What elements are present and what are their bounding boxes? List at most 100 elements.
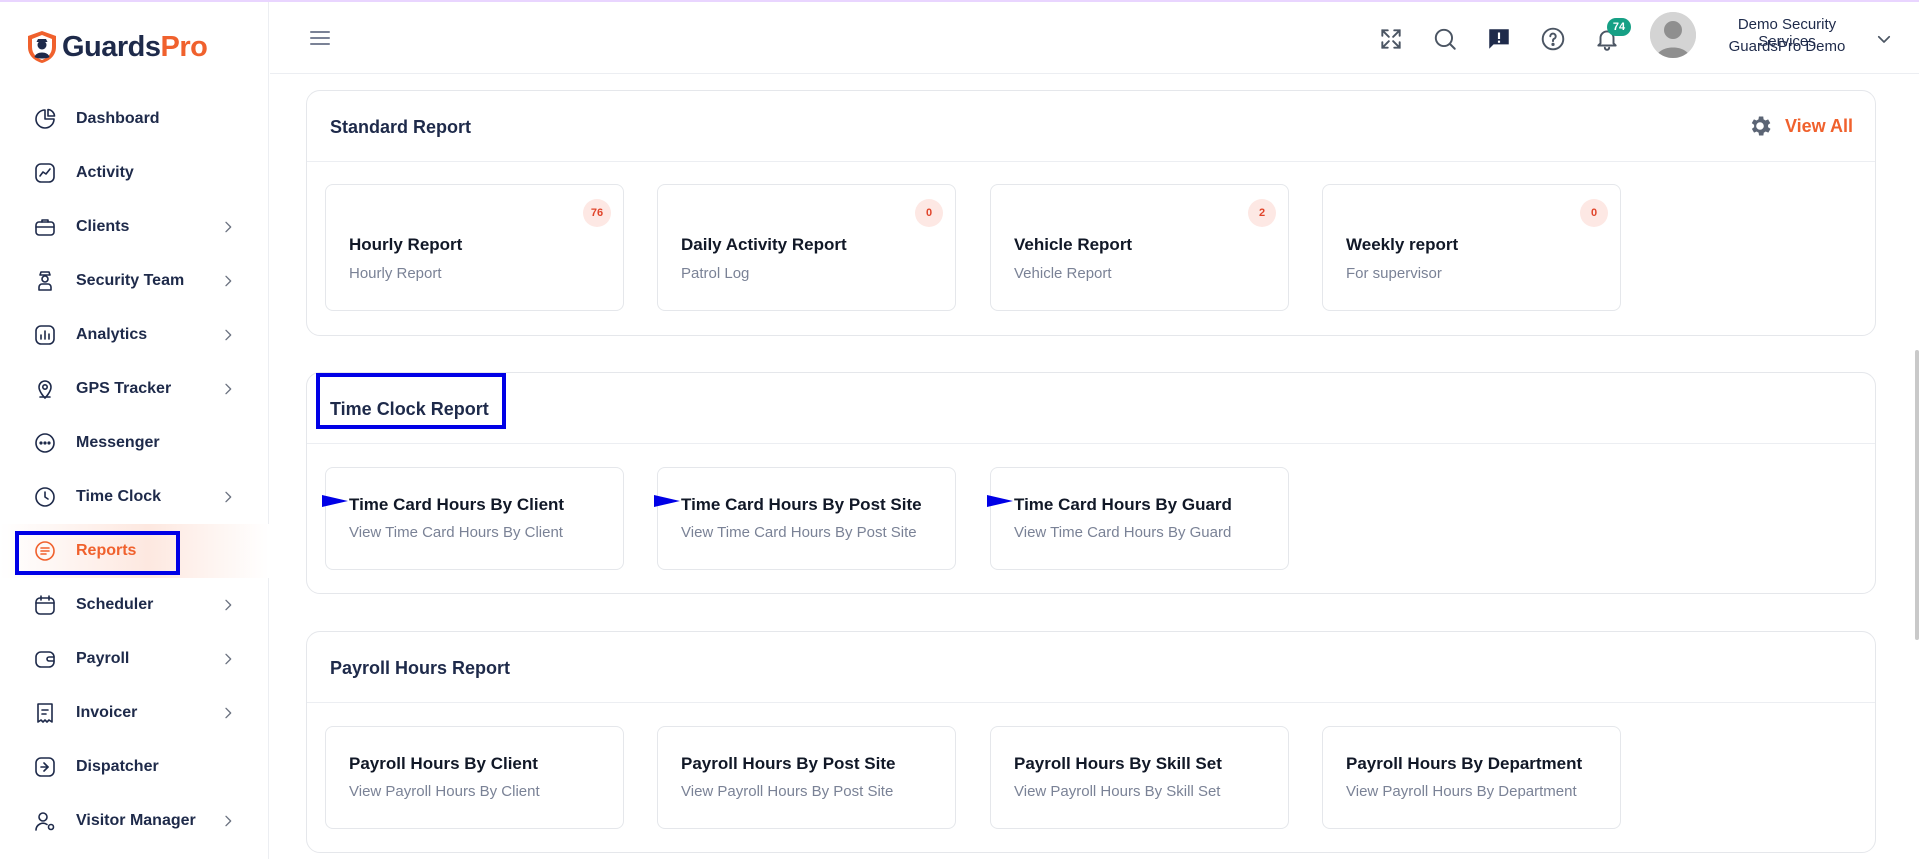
sidebar-item-clients[interactable]: Clients: [0, 200, 269, 254]
card-subtitle: View Time Card Hours By Client: [349, 524, 563, 541]
report-card[interactable]: Payroll Hours By Post Site View Payroll H…: [657, 726, 956, 829]
sidebar-item-label: Messenger: [76, 434, 160, 451]
sidebar-item-dispatcher[interactable]: Dispatcher: [0, 740, 269, 794]
sidebar-item-scheduler[interactable]: Scheduler: [0, 578, 269, 632]
chevron-right-icon: [225, 599, 232, 611]
count-badge: 76: [583, 199, 611, 227]
sidebar: GuardsPro Dashboard Activity Clients Securi…: [0, 2, 269, 859]
sidebar-item-label: Activity: [76, 164, 134, 181]
report-card[interactable]: Payroll Hours By Client View Payroll Hour…: [325, 726, 624, 829]
clock-icon: [32, 484, 58, 510]
sidebar-item-time-clock[interactable]: Time Clock: [0, 470, 269, 524]
gear-icon: [1751, 116, 1771, 136]
activity-chart-icon: [32, 160, 58, 186]
sidebar-item-reports[interactable]: Reports: [0, 524, 269, 578]
card-subtitle: View Payroll Hours By Skill Set: [1014, 783, 1221, 800]
flag-marker-icon: [322, 495, 348, 507]
sidebar-item-payroll[interactable]: Payroll: [0, 632, 269, 686]
sidebar-item-activity[interactable]: Activity: [0, 146, 269, 200]
sidebar-item-label: Dashboard: [76, 110, 160, 127]
sidebar-item-security-team[interactable]: Security Team: [0, 254, 269, 308]
card-subtitle: Patrol Log: [681, 265, 750, 282]
report-card[interactable]: Time Card Hours By Client View Time Card …: [322, 467, 624, 570]
card-title: Hourly Report: [349, 235, 463, 254]
invoice-icon: [32, 700, 58, 726]
report-card[interactable]: Time Card Hours By Guard View Time Card H…: [987, 467, 1289, 570]
sidebar-item-label: Payroll: [76, 650, 130, 667]
report-card[interactable]: 0 Daily Activity Report Patrol Log: [657, 184, 956, 311]
sidebar-item-analytics[interactable]: Analytics: [0, 308, 269, 362]
view-all-label: View All: [1784, 115, 1853, 136]
sidebar-item-label: Dispatcher: [76, 758, 159, 775]
guard-icon: [32, 268, 58, 294]
report-card[interactable]: Payroll Hours By Department View Payroll …: [1322, 726, 1621, 829]
logo-text: GuardsPro: [62, 30, 208, 63]
calendar-icon: [32, 592, 58, 618]
sidebar-item-messenger[interactable]: Messenger: [0, 416, 269, 470]
sidebar-item-label: Visitor Manager: [76, 812, 196, 829]
card-subtitle: View Payroll Hours By Department: [1346, 783, 1577, 800]
chevron-right-icon: [225, 653, 232, 665]
chevron-right-icon: [225, 275, 232, 287]
card-title: Payroll Hours By Post Site: [681, 754, 896, 773]
card-title: Weekly report: [1346, 235, 1459, 254]
sidebar-item-invoicer[interactable]: Invoicer: [0, 686, 269, 740]
avatar[interactable]: [1650, 12, 1696, 58]
map-pin-icon: [32, 376, 58, 402]
chevron-right-icon: [225, 329, 232, 341]
sidebar-item-visitor-manager[interactable]: Visitor Manager: [0, 794, 269, 848]
report-card[interactable]: Time Card Hours By Post Site View Time Ca…: [654, 467, 956, 570]
top-header: 74 Demo Security Services GuardsPro Demo: [270, 2, 1919, 74]
time-clock-report-section: Time Clock Report Time Card Hours By Cli…: [306, 372, 1876, 594]
card-title: Time Card Hours By Guard: [1014, 495, 1232, 514]
sidebar-nav: Dashboard Activity Clients Security Team Ana…: [0, 92, 269, 848]
section-divider: [307, 702, 1875, 703]
count-badge: 2: [1248, 199, 1276, 227]
card-title: Payroll Hours By Skill Set: [1014, 754, 1222, 773]
notification-count-badge: 74: [1607, 18, 1631, 36]
sidebar-item-label: Invoicer: [76, 704, 138, 721]
section-divider: [307, 443, 1875, 444]
report-card[interactable]: 0 Weekly report For supervisor: [1322, 184, 1621, 311]
search-icon[interactable]: [1432, 26, 1458, 52]
chevron-right-icon: [225, 221, 232, 233]
section-title-payroll-hours-report: Payroll Hours Report: [330, 658, 511, 678]
card-title: Time Card Hours By Post Site: [681, 495, 922, 514]
visitor-icon: [32, 808, 58, 834]
card-title: Time Card Hours By Client: [349, 495, 565, 514]
section-title-standard-report: Standard Report: [330, 117, 472, 137]
pie-chart-icon: [32, 106, 58, 132]
report-card[interactable]: 76 Hourly Report Hourly Report: [325, 184, 624, 311]
view-all-button[interactable]: View All: [1747, 113, 1853, 139]
user-avatar-icon: [1650, 12, 1696, 58]
sidebar-item-gps-tracker[interactable]: GPS Tracker: [0, 362, 269, 416]
card-subtitle: Hourly Report: [349, 265, 442, 282]
flag-marker-icon: [987, 495, 1013, 507]
bar-chart-icon: [32, 322, 58, 348]
count-badge: 0: [1580, 199, 1608, 227]
user-name: GuardsPro Demo: [1728, 38, 1846, 55]
sidebar-item-dashboard[interactable]: Dashboard: [0, 92, 269, 146]
hamburger-menu-icon[interactable]: [308, 26, 332, 50]
payroll-hours-report-section: Payroll Hours Report Payroll Hours By Cl…: [306, 631, 1876, 853]
card-subtitle: View Payroll Hours By Post Site: [681, 783, 894, 800]
guardspro-logo-icon: [28, 31, 56, 63]
card-subtitle: View Time Card Hours By Post Site: [681, 524, 917, 541]
wallet-icon: [32, 646, 58, 672]
chevron-right-icon: [225, 815, 232, 827]
chevron-right-icon: [225, 491, 232, 503]
report-card[interactable]: Payroll Hours By Skill Set View Payroll H…: [990, 726, 1289, 829]
page-scrollbar[interactable]: [1915, 350, 1919, 640]
feedback-icon[interactable]: [1486, 26, 1512, 52]
card-title: Daily Activity Report: [681, 235, 847, 254]
report-card[interactable]: 2 Vehicle Report Vehicle Report: [990, 184, 1289, 311]
count-badge: 0: [915, 199, 943, 227]
chat-icon: [32, 430, 58, 456]
user-menu-chevron-down-icon[interactable]: [1875, 30, 1893, 48]
help-icon[interactable]: [1540, 26, 1566, 52]
logo[interactable]: GuardsPro: [26, 30, 208, 64]
card-title: Payroll Hours By Department: [1346, 754, 1583, 773]
fullscreen-icon[interactable]: [1378, 26, 1404, 52]
flag-marker-icon: [654, 495, 680, 507]
section-divider: [307, 161, 1875, 162]
